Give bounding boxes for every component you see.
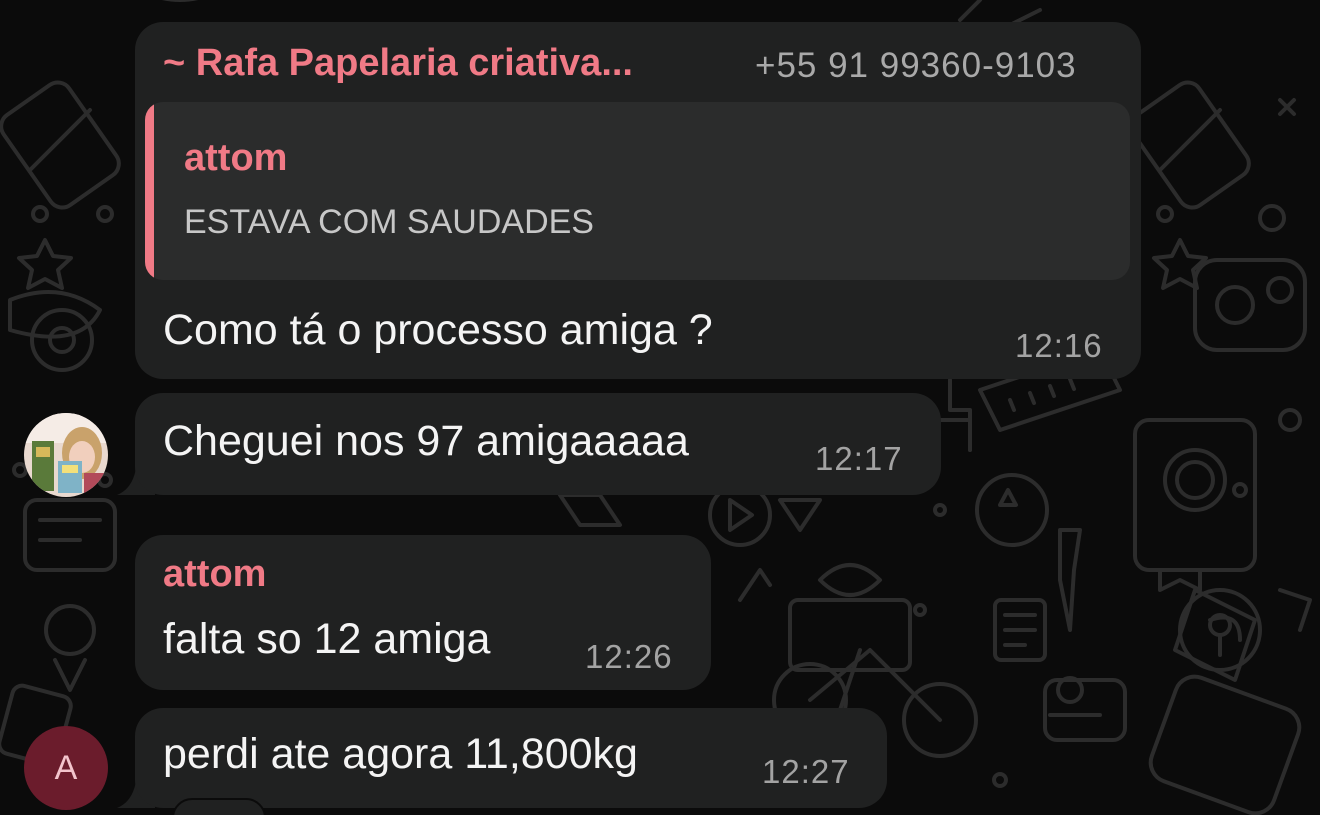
sender-name[interactable]: attom <box>163 553 266 596</box>
message-bubble[interactable]: perdi ate agora 11,800kg 12:27 <box>135 708 887 808</box>
message-time: 12:27 <box>762 753 850 790</box>
message-bubble[interactable]: attom falta so 12 amiga 12:26 <box>135 535 711 690</box>
sender-name[interactable]: ~ Rafa Papelaria criativa... <box>163 42 633 85</box>
reply-quote-bar <box>145 102 154 280</box>
sender-avatar[interactable]: A <box>24 726 108 810</box>
message-bubble[interactable]: ~ Rafa Papelaria criativa... +55 91 9936… <box>135 22 1141 379</box>
chat-view: ~ Rafa Papelaria criativa... +55 91 9936… <box>0 0 1320 815</box>
message-text: Como tá o processo amiga ? <box>163 306 713 354</box>
reply-author: attom <box>184 137 288 179</box>
message-text: Cheguei nos 97 amigaaaaa <box>163 417 689 465</box>
message-bubble[interactable]: Cheguei nos 97 amigaaaaa 12:17 <box>135 393 941 495</box>
reply-quote[interactable]: attom ESTAVA COM SAUDADES <box>145 102 1130 280</box>
message-time: 12:17 <box>815 440 903 477</box>
sender-phone: +55 91 99360-9103 <box>755 46 1077 85</box>
message-text: falta so 12 amiga <box>163 615 491 663</box>
reply-text: ESTAVA COM SAUDADES <box>184 203 594 241</box>
message-text: perdi ate agora 11,800kg <box>163 730 638 778</box>
reaction-chip[interactable] <box>172 798 266 815</box>
sender-avatar[interactable] <box>24 413 108 497</box>
message-time: 12:26 <box>585 638 673 675</box>
photo-avatar-icon <box>24 413 108 497</box>
message-time: 12:16 <box>1015 327 1103 364</box>
